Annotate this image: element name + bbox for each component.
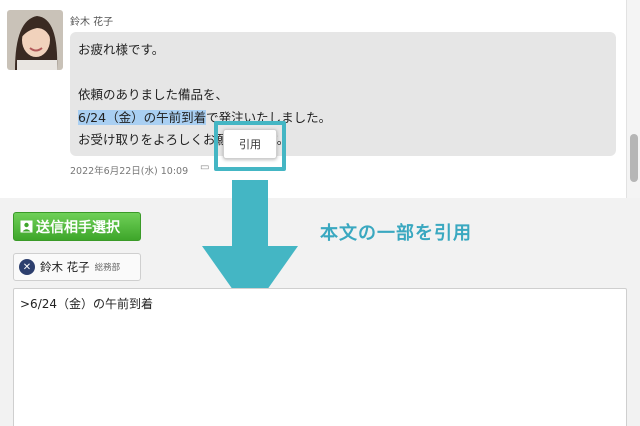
message-line: お疲れ様です。: [78, 42, 165, 57]
reply-icon[interactable]: ▭: [200, 162, 209, 173]
recipient-chip: ✕ 鈴木 花子 総務部: [13, 253, 141, 281]
avatar[interactable]: [7, 10, 63, 70]
message-line: 6/24（金）の午前到着で発注いたしました。: [78, 107, 331, 126]
message-body-input[interactable]: >6/24（金）の午前到着: [13, 288, 627, 426]
annotation-caption: 本文の一部を引用: [320, 223, 472, 244]
message-actions: ▭: [200, 162, 209, 173]
scrollbar-thumb[interactable]: [630, 134, 638, 182]
address-book-icon: [20, 220, 33, 233]
recipient-department: 総務部: [94, 263, 121, 273]
remove-recipient-icon[interactable]: ✕: [19, 259, 35, 275]
sender-name: 鈴木 花子: [70, 17, 114, 28]
message-timestamp: 2022年6月22日(水) 10:09: [70, 166, 189, 177]
message-bubble: お疲れ様です。 依頼のありました備品を、 6/24（金）の午前到着で発注いたしま…: [70, 32, 616, 156]
selected-text[interactable]: 6/24（金）の午前到着: [78, 110, 207, 125]
scrollbar[interactable]: [626, 0, 640, 198]
message-pane: 鈴木 花子 お疲れ様です。 依頼のありました備品を、 6/24（金）の午前到着で…: [0, 0, 640, 198]
message-line: 依頼のありました備品を、: [78, 87, 229, 102]
send-target-label: 送信相手選択: [36, 219, 120, 236]
recipient-name: 鈴木 花子: [40, 260, 90, 274]
quote-button[interactable]: 引用: [223, 129, 277, 159]
send-target-button[interactable]: 送信相手選択: [13, 212, 141, 241]
